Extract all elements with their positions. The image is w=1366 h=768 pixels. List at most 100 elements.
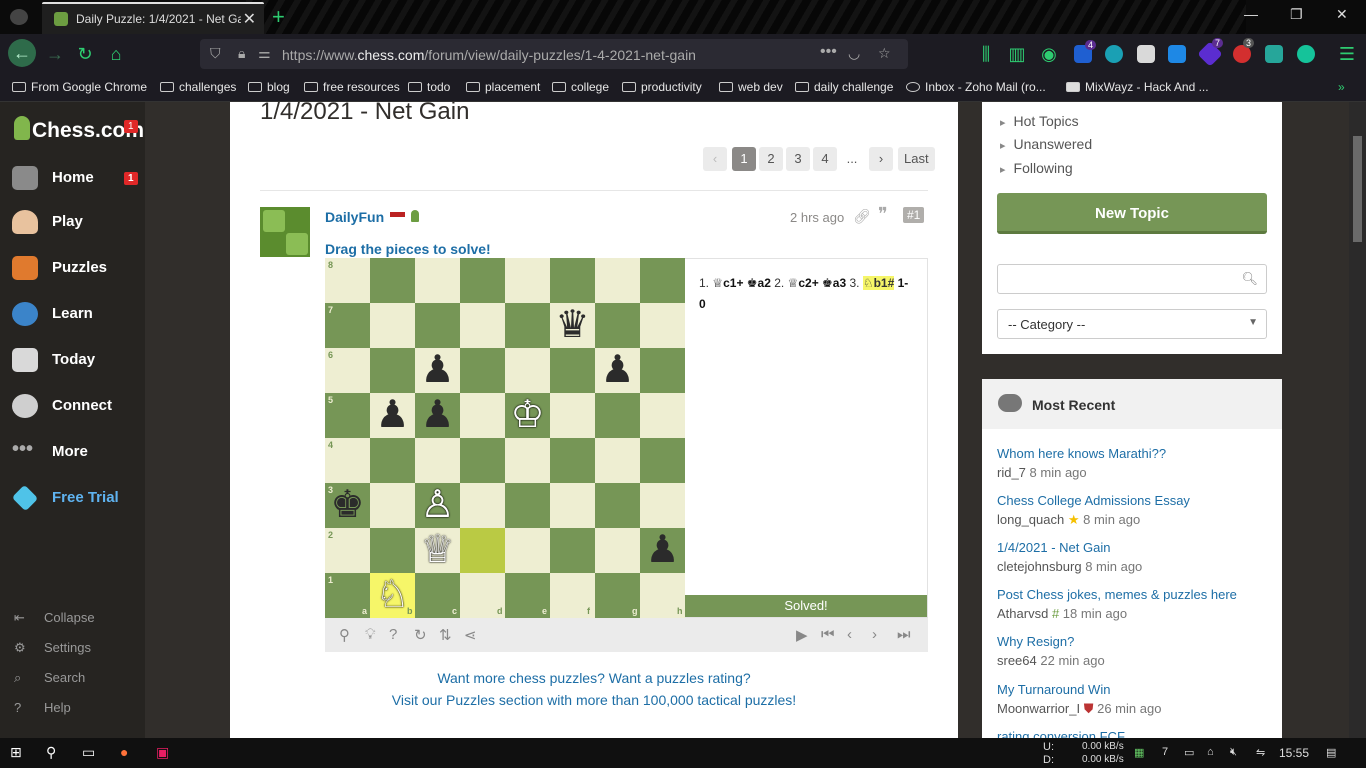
tab-close-icon[interactable]: ✕ (243, 9, 256, 29)
restore-icon[interactable]: ❐ (1290, 6, 1303, 23)
grammarly-icon[interactable] (1297, 45, 1315, 63)
library-icon[interactable]: ⫼ (975, 43, 997, 65)
play-icon[interactable]: ▶ (796, 626, 808, 644)
board-square[interactable] (640, 303, 685, 348)
sidebar-search[interactable]: ⌕ Search (14, 670, 85, 686)
prev-move-icon[interactable]: ‹ (847, 626, 852, 643)
board-square[interactable] (550, 483, 595, 528)
move-token[interactable]: 3. (850, 276, 863, 290)
browser-menu-icon[interactable] (10, 9, 28, 25)
move-token[interactable]: 1. (699, 276, 712, 290)
move-token[interactable]: 2. (774, 276, 787, 290)
final-move[interactable]: ♘b1# (862, 276, 895, 290)
first-move-icon[interactable]: ⏮ (821, 626, 835, 643)
filter-following[interactable]: Following (1000, 160, 1073, 176)
filter-unanswered[interactable]: Unanswered (1000, 136, 1093, 152)
board-square[interactable] (550, 438, 595, 483)
bookmark-item[interactable]: MixWayz - Hack And ... (1066, 80, 1209, 94)
pager-page-3[interactable]: 3 (786, 147, 810, 171)
list-item[interactable]: 1/4/2021 - Net Gain cletejohnsburg 8 min … (997, 540, 1267, 574)
account-icon[interactable]: ◉ (1038, 43, 1060, 65)
search-icon[interactable]: 🔍︎ (1241, 271, 1258, 287)
shield-icon[interactable]: ⛉ (210, 45, 221, 62)
avatar[interactable] (260, 207, 310, 257)
lock-icon[interactable]: 🔒︎ (238, 45, 245, 62)
sidebar-item-connect[interactable]: Connect (12, 392, 137, 422)
board-square[interactable] (505, 303, 550, 348)
pager-page-2[interactable]: 2 (759, 147, 783, 171)
board-square[interactable] (415, 438, 460, 483)
page-scrollbar[interactable] (1349, 102, 1366, 738)
new-tab-icon[interactable]: + (272, 4, 285, 30)
board-square[interactable] (370, 258, 415, 303)
pager-page-1[interactable]: 1 (732, 147, 756, 171)
post-number[interactable]: #1 (903, 207, 925, 223)
sidebar-settings[interactable]: ⚙ Settings (14, 640, 91, 656)
list-item[interactable]: Chess College Admissions Essay long_quach… (997, 493, 1267, 528)
board-square[interactable] (460, 258, 505, 303)
board-square[interactable] (370, 483, 415, 528)
language-icon[interactable]: ⇋ (1256, 746, 1265, 759)
forward-icon[interactable]: → (44, 43, 66, 65)
app-icon[interactable]: ▣ (156, 744, 169, 761)
reload-icon[interactable]: ↻ (74, 43, 96, 65)
board-square[interactable] (595, 483, 640, 528)
board-square[interactable] (415, 258, 460, 303)
browser-tab-active[interactable]: Daily Puzzle: 1/4/2021 - Net Gai ✕ (42, 2, 264, 34)
help-icon[interactable]: ? (389, 626, 397, 643)
board-square[interactable] (460, 303, 505, 348)
board-square[interactable] (550, 348, 595, 393)
clock[interactable]: 15:55 (1279, 746, 1309, 760)
promo-link-2[interactable]: Visit our Puzzles section with more than… (230, 692, 958, 708)
chess-piece[interactable]: ♕ (415, 528, 460, 573)
board-square[interactable] (595, 393, 640, 438)
close-window-icon[interactable]: ✕ (1336, 6, 1348, 23)
sidebar-item-free-trial[interactable]: Free Trial (11, 484, 137, 514)
new-topic-button[interactable]: New Topic (997, 193, 1267, 234)
bookmark-item[interactable]: daily challenge (795, 80, 893, 94)
minimize-icon[interactable]: — (1244, 6, 1258, 22)
list-item[interactable]: Post Chess jokes, memes & puzzles here At… (997, 587, 1267, 621)
list-item[interactable]: Why Resign? sree64 22 min ago (997, 634, 1267, 668)
app-menu-icon[interactable]: ☰ (1336, 43, 1358, 65)
sidebar-item-today[interactable]: Today (12, 346, 137, 376)
filter-hot-topics[interactable]: Hot Topics (1000, 113, 1079, 129)
pager-page-4[interactable]: 4 (813, 147, 837, 171)
pocket-icon[interactable]: ◡ (848, 45, 860, 62)
battery-icon[interactable]: ▭ (1184, 746, 1194, 759)
board-square[interactable] (595, 438, 640, 483)
move-token[interactable]: ♚a3 (822, 276, 849, 290)
sidebar-item-play[interactable]: Play (12, 208, 137, 238)
chess-piece[interactable]: ♟ (640, 528, 685, 573)
bookmark-item[interactable]: college (552, 80, 609, 94)
chess-piece[interactable]: ♟ (415, 348, 460, 393)
extension-s-icon[interactable] (1168, 45, 1186, 63)
bookmark-item[interactable]: productivity (622, 80, 702, 94)
network-icon[interactable]: ⌂ (1207, 746, 1214, 758)
pager-last[interactable]: Last (898, 147, 935, 171)
back-icon[interactable]: ← (8, 39, 36, 67)
forum-search-input[interactable]: 🔍︎ (997, 264, 1267, 294)
permissions-icon[interactable]: ⚌ (258, 45, 271, 62)
chess-piece[interactable]: ♘ (370, 573, 415, 618)
board-square[interactable] (460, 483, 505, 528)
board-square[interactable] (460, 438, 505, 483)
board-square[interactable] (550, 528, 595, 573)
sidebar-item-learn[interactable]: Learn (12, 300, 137, 330)
last-move-icon[interactable]: ⏭ (897, 626, 911, 643)
retry-icon[interactable]: ↻ (414, 626, 427, 644)
board-square[interactable] (595, 528, 640, 573)
sidebar-item-more[interactable]: ••• More (12, 438, 137, 468)
board-square[interactable] (640, 393, 685, 438)
page-actions-icon[interactable]: ••• (820, 43, 837, 61)
move-token[interactable]: ♚a2 (747, 276, 774, 290)
pager-prev-icon[interactable]: ‹ (703, 147, 727, 171)
bookmark-item[interactable]: placement (466, 80, 540, 94)
pager-next-icon[interactable]: › (869, 147, 893, 171)
hint-icon[interactable]: 💡︎ (365, 626, 376, 643)
board-square[interactable] (505, 438, 550, 483)
list-item[interactable]: rating conversion FCF (997, 729, 1267, 738)
extension-card-icon[interactable] (1137, 45, 1155, 63)
board-square[interactable] (550, 393, 595, 438)
tray-app-icon[interactable]: ▦ (1134, 746, 1144, 759)
